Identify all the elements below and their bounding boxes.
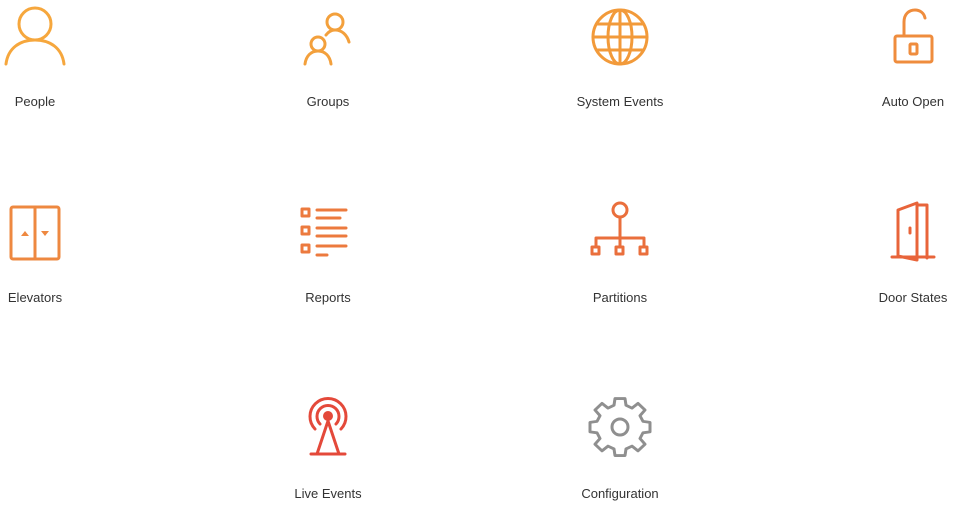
tile-configuration[interactable]: Configuration [540, 394, 700, 502]
gear-icon [585, 394, 655, 464]
hierarchy-icon [585, 198, 655, 268]
elevator-icon [0, 198, 70, 268]
tile-groups[interactable]: Groups [248, 2, 408, 110]
tile-label: Auto Open [881, 94, 945, 109]
tile-label: Reports [305, 290, 351, 305]
unlocked-padlock-icon [878, 2, 948, 72]
person-icon [0, 2, 70, 72]
tile-label: Partitions [592, 290, 648, 305]
tile-label: System Events [576, 94, 664, 109]
tile-live-events[interactable]: Live Events [248, 394, 408, 502]
tile-reports[interactable]: Reports [248, 198, 408, 306]
tile-system-events[interactable]: System Events [540, 2, 700, 110]
tile-door-states[interactable]: Door States [833, 198, 955, 306]
group-icon [293, 2, 363, 72]
tile-people[interactable]: People [0, 2, 115, 110]
tile-label: Groups [306, 94, 350, 109]
tile-label: Configuration [581, 486, 659, 501]
tile-partitions[interactable]: Partitions [540, 198, 700, 306]
tile-label: Elevators [7, 290, 63, 305]
tile-label: Live Events [294, 486, 362, 501]
tile-label: People [14, 94, 56, 109]
broadcast-tower-icon [293, 394, 363, 464]
tile-label: Door States [878, 290, 948, 305]
list-icon [293, 198, 363, 268]
tile-elevators[interactable]: Elevators [0, 198, 115, 306]
open-door-icon [878, 198, 948, 268]
globe-icon [585, 2, 655, 72]
tile-auto-open[interactable]: Auto Open [833, 2, 955, 110]
